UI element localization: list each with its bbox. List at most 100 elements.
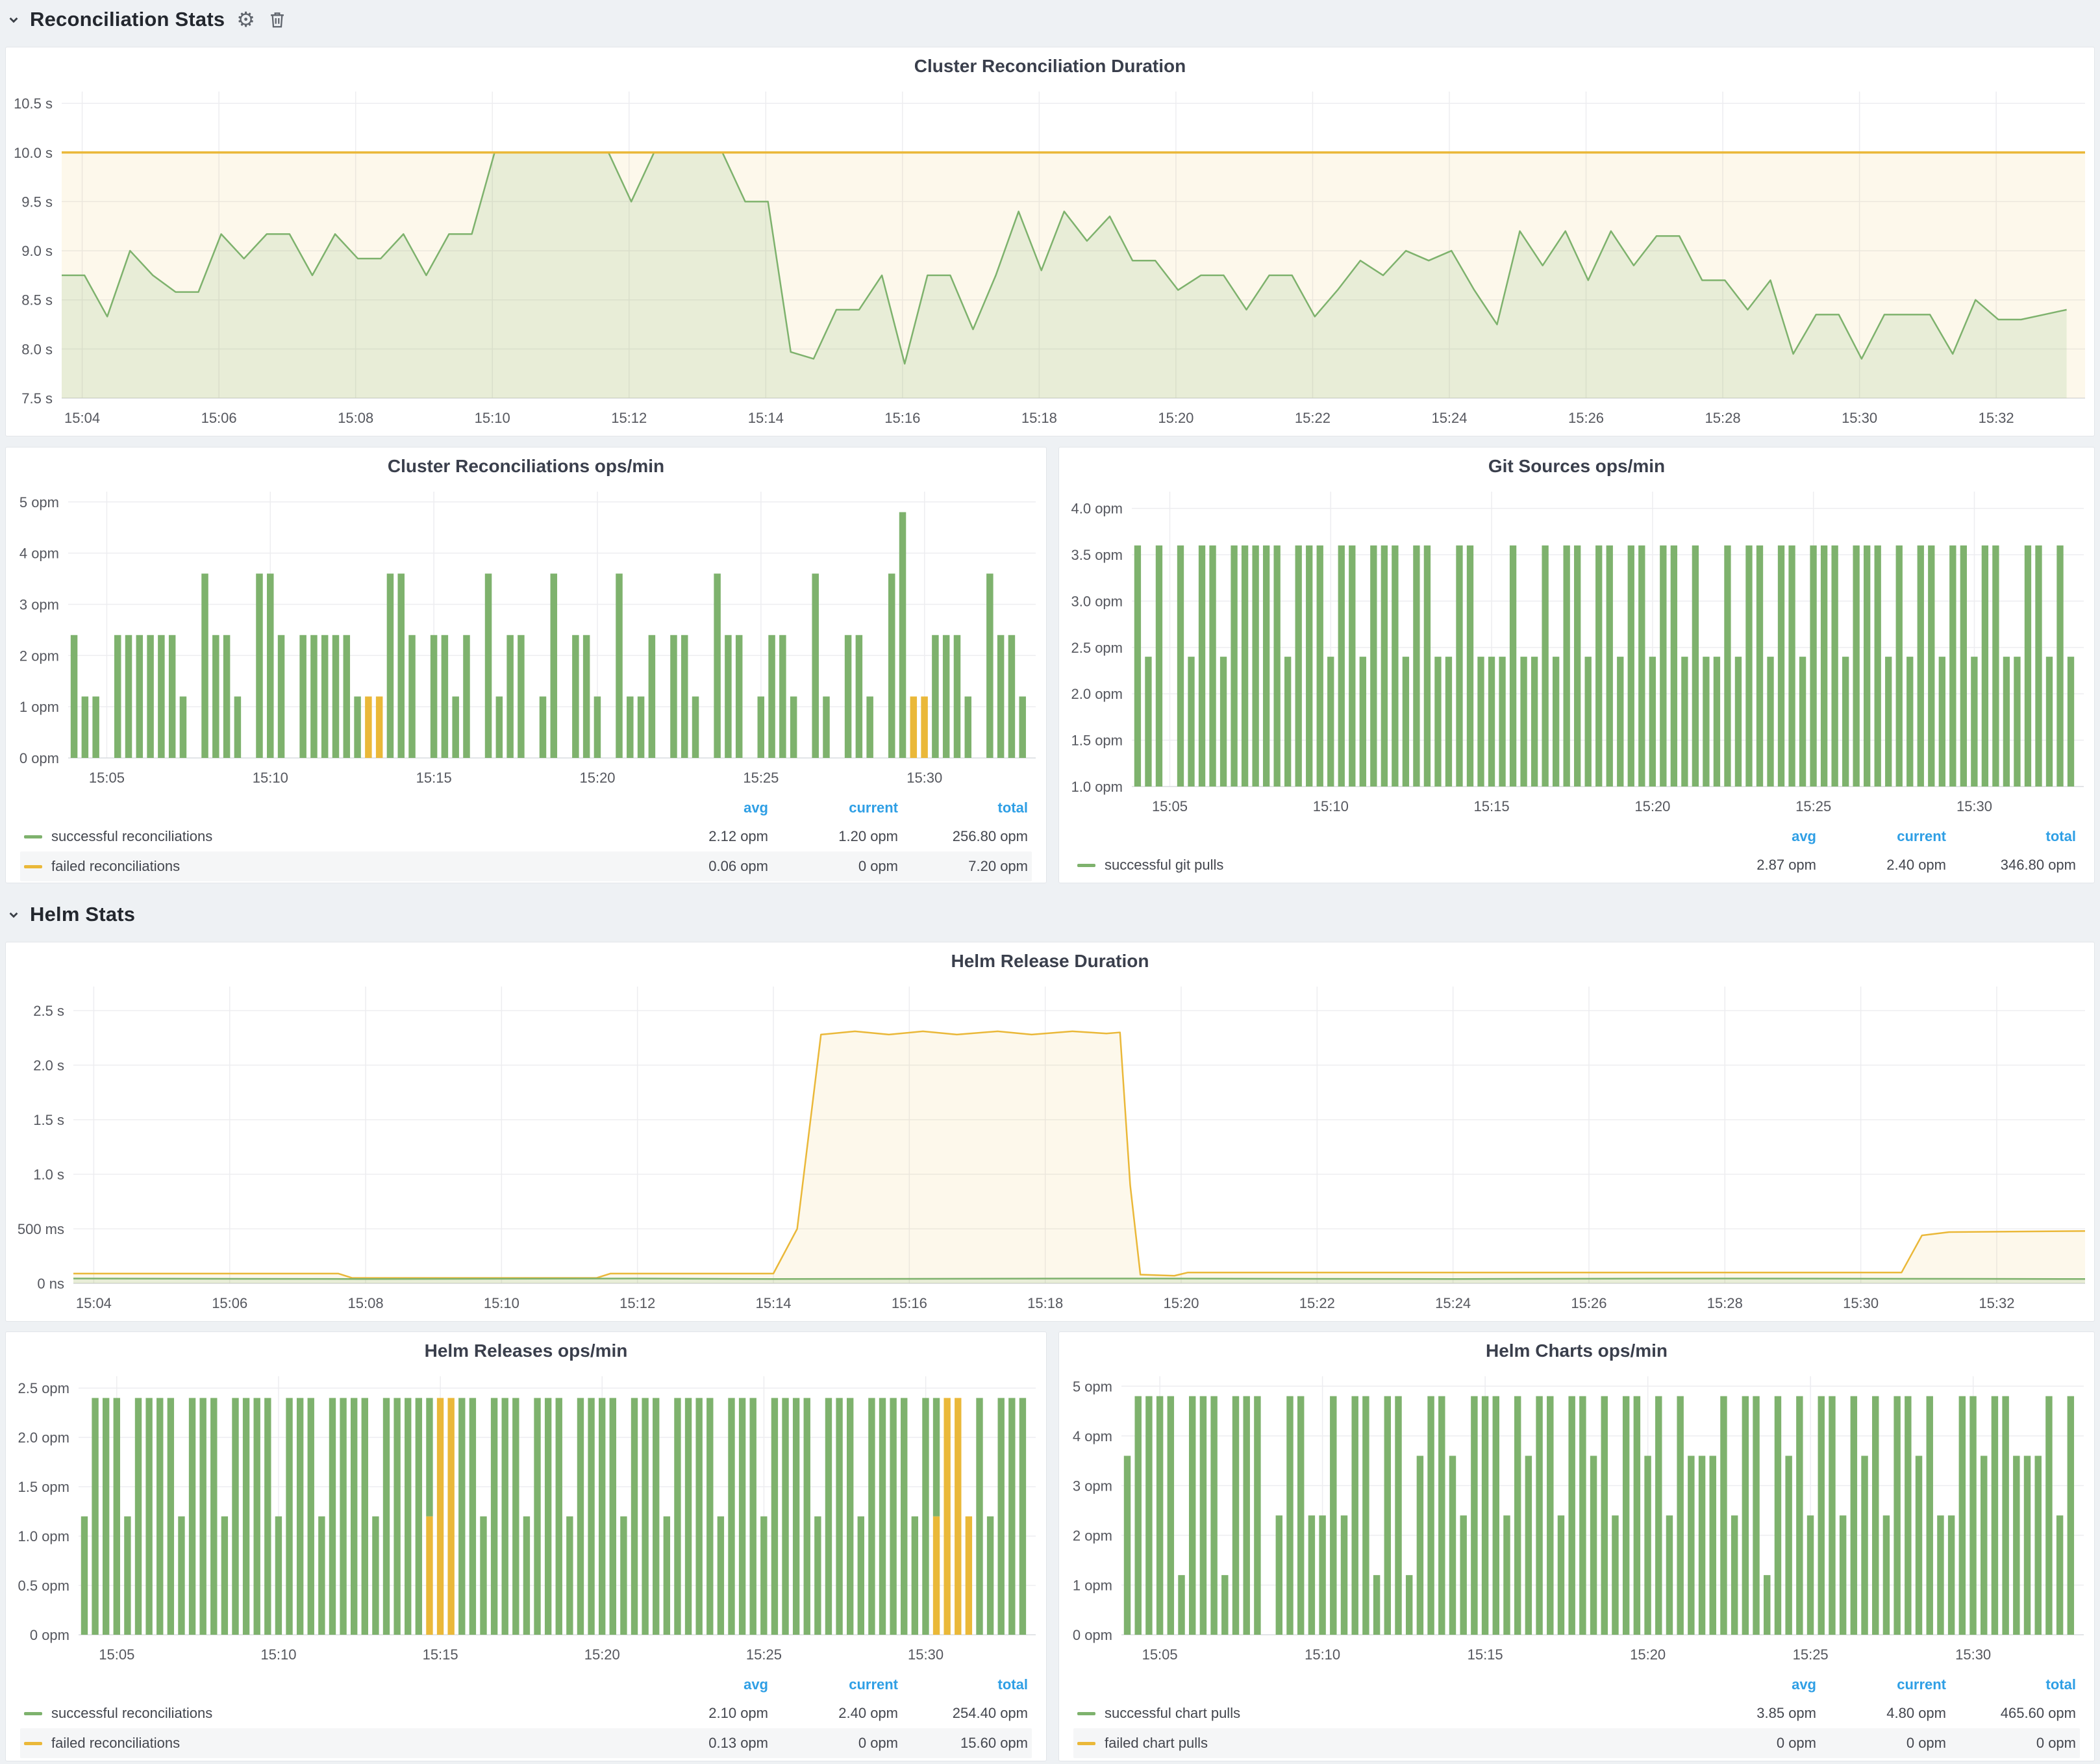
row-collapse-toggle[interactable]: Reconciliation Stats xyxy=(5,8,225,31)
row-collapse-toggle[interactable]: Helm Stats xyxy=(5,903,135,926)
svg-text:15:08: 15:08 xyxy=(338,410,373,426)
svg-text:15:15: 15:15 xyxy=(423,1646,458,1663)
svg-text:15:20: 15:20 xyxy=(1634,798,1670,814)
svg-text:500 ms: 500 ms xyxy=(18,1221,64,1237)
legend-sort-total[interactable]: total xyxy=(1946,1676,2076,1693)
svg-text:15:30: 15:30 xyxy=(1842,410,1877,426)
svg-text:15:24: 15:24 xyxy=(1431,410,1467,426)
series-color-swatch xyxy=(1077,1742,1095,1745)
panel-cluster-reconciliations-opm: Cluster Reconciliations ops/min 15:0515:… xyxy=(5,447,1047,883)
cluster-reconciliation-duration-chart[interactable]: 15:0415:0615:0815:1015:1215:1415:1615:18… xyxy=(6,85,2094,435)
legend-avg-value: 2.87 opm xyxy=(1686,857,1816,874)
helm-release-duration-chart[interactable]: 15:0415:0615:0815:1015:1215:1415:1615:18… xyxy=(6,980,2094,1320)
legend-series-toggle[interactable]: failed reconciliations xyxy=(24,858,638,875)
row-delete-trash-icon[interactable] xyxy=(267,9,288,30)
legend-sort-avg[interactable]: avg xyxy=(1686,1676,1816,1693)
helm-releases-opm-chart[interactable]: 15:0515:1015:1515:2015:2515:300 opm0.5 o… xyxy=(6,1370,1046,1671)
legend-series-toggle[interactable]: failed reconciliations xyxy=(24,1735,638,1752)
legend-series-toggle[interactable]: successful reconciliations xyxy=(24,1705,638,1722)
row-header-reconciliation-stats[interactable]: Reconciliation Stats ⚙ xyxy=(5,3,590,36)
legend-current-value: 2.40 opm xyxy=(1816,857,1946,874)
row-header-helm-stats[interactable]: Helm Stats xyxy=(5,898,395,931)
legend-sort-avg[interactable]: avg xyxy=(638,800,768,816)
chevron-down-icon xyxy=(5,906,22,923)
panel-helm-release-duration: Helm Release Duration 15:0415:0615:0815:… xyxy=(5,942,2095,1322)
legend-current-value: 0 opm xyxy=(768,858,898,875)
svg-text:15:18: 15:18 xyxy=(1027,1295,1063,1311)
legend-avg-value: 3.85 opm xyxy=(1686,1705,1816,1722)
svg-text:2.5 opm: 2.5 opm xyxy=(1071,640,1123,656)
svg-text:2.0 opm: 2.0 opm xyxy=(1071,686,1123,702)
legend-series-label: failed chart pulls xyxy=(1105,1735,1208,1752)
legend-sort-total[interactable]: total xyxy=(898,1676,1028,1693)
svg-text:2 opm: 2 opm xyxy=(1073,1528,1112,1544)
svg-text:9.5 s: 9.5 s xyxy=(21,194,53,210)
legend-total-value: 465.60 opm xyxy=(1946,1705,2076,1722)
legend-series-label: successful reconciliations xyxy=(51,1705,212,1722)
legend-sort-avg[interactable]: avg xyxy=(1686,828,1816,845)
legend-total-value: 346.80 opm xyxy=(1946,857,2076,874)
cluster-reconciliations-opm-chart[interactable]: 15:0515:1015:1515:2015:2515:300 opm1 opm… xyxy=(6,485,1046,794)
panel-title[interactable]: Git Sources ops/min xyxy=(1059,447,2094,485)
svg-text:15:22: 15:22 xyxy=(1295,410,1331,426)
panel-title[interactable]: Cluster Reconciliations ops/min xyxy=(6,447,1046,485)
svg-text:10.0 s: 10.0 s xyxy=(14,145,53,161)
legend-current-value: 0 opm xyxy=(1816,1735,1946,1752)
legend-series-toggle[interactable]: successful git pulls xyxy=(1077,857,1686,874)
legend-sort-avg[interactable]: avg xyxy=(638,1676,768,1693)
svg-text:15:30: 15:30 xyxy=(1955,1646,1991,1663)
legend-total-value: 254.40 opm xyxy=(898,1705,1028,1722)
legend-sort-current[interactable]: current xyxy=(1816,1676,1946,1693)
dashboard: Reconciliation Stats ⚙ Cluster Reconcili… xyxy=(0,0,2100,1764)
svg-text:7.5 s: 7.5 s xyxy=(21,390,53,407)
legend-series-label: successful chart pulls xyxy=(1105,1705,1240,1722)
svg-text:15:10: 15:10 xyxy=(260,1646,296,1663)
svg-text:2.0 s: 2.0 s xyxy=(33,1057,64,1074)
legend-sort-current[interactable]: current xyxy=(768,1676,898,1693)
panel-title[interactable]: Cluster Reconciliation Duration xyxy=(6,47,2094,85)
legend-avg-value: 2.10 opm xyxy=(638,1705,768,1722)
svg-text:15:30: 15:30 xyxy=(1956,798,1992,814)
git-sources-opm-chart[interactable]: 15:0515:1015:1515:2015:2515:301.0 opm1.5… xyxy=(1059,485,2094,823)
svg-text:1 opm: 1 opm xyxy=(1073,1577,1112,1593)
legend-sort-total[interactable]: total xyxy=(1946,828,2076,845)
legend-header-row: avg current total xyxy=(1073,823,2080,850)
svg-text:15:04: 15:04 xyxy=(64,410,100,426)
legend-series-toggle[interactable]: successful chart pulls xyxy=(1077,1705,1686,1722)
row-settings-gear-icon[interactable]: ⚙ xyxy=(236,9,255,30)
panel-title[interactable]: Helm Release Duration xyxy=(6,942,2094,980)
panel-git-sources-opm: Git Sources ops/min 15:0515:1015:1515:20… xyxy=(1058,447,2095,883)
svg-text:3 opm: 3 opm xyxy=(1073,1478,1112,1494)
svg-text:15:30: 15:30 xyxy=(908,1646,944,1663)
svg-text:15:26: 15:26 xyxy=(1571,1295,1606,1311)
svg-text:15:30: 15:30 xyxy=(906,770,942,786)
legend-series-label: successful reconciliations xyxy=(51,828,212,845)
panel-title[interactable]: Helm Releases ops/min xyxy=(6,1332,1046,1370)
svg-text:1.0 s: 1.0 s xyxy=(33,1166,64,1183)
svg-text:4 opm: 4 opm xyxy=(19,546,59,562)
svg-text:15:20: 15:20 xyxy=(1630,1646,1666,1663)
series-color-swatch xyxy=(1077,1712,1095,1715)
legend-avg-value: 2.12 opm xyxy=(638,828,768,845)
legend-avg-value: 0 opm xyxy=(1686,1735,1816,1752)
svg-text:15:15: 15:15 xyxy=(1474,798,1510,814)
svg-text:15:26: 15:26 xyxy=(1568,410,1604,426)
legend-header-row: avg current total xyxy=(20,1671,1032,1698)
panel-helm-charts-opm: Helm Charts ops/min 15:0515:1015:1515:20… xyxy=(1058,1331,2095,1761)
legend-sort-current[interactable]: current xyxy=(1816,828,1946,845)
helm-charts-opm-chart[interactable]: 15:0515:1015:1515:2015:2515:300 opm1 opm… xyxy=(1059,1370,2094,1671)
legend-header-row: avg current total xyxy=(1073,1671,2080,1698)
legend-series-toggle[interactable]: failed chart pulls xyxy=(1077,1735,1686,1752)
legend-sort-total[interactable]: total xyxy=(898,800,1028,816)
legend-sort-current[interactable]: current xyxy=(768,800,898,816)
svg-text:3.5 opm: 3.5 opm xyxy=(1071,547,1123,563)
legend-current-value: 0 opm xyxy=(768,1735,898,1752)
legend-row-successful: successful reconciliations 2.12 opm 1.20… xyxy=(20,822,1032,851)
svg-text:15:06: 15:06 xyxy=(212,1295,247,1311)
svg-text:3 opm: 3 opm xyxy=(19,596,59,612)
svg-text:1.0 opm: 1.0 opm xyxy=(18,1528,70,1544)
legend-series-toggle[interactable]: successful reconciliations xyxy=(24,828,638,845)
panel-title[interactable]: Helm Charts ops/min xyxy=(1059,1332,2094,1370)
svg-text:3.0 opm: 3.0 opm xyxy=(1071,593,1123,609)
svg-text:15:10: 15:10 xyxy=(484,1295,519,1311)
